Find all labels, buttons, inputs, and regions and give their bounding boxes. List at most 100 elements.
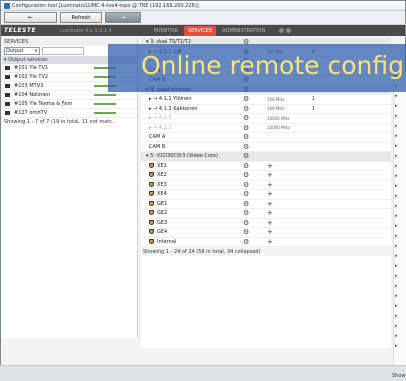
tree-row[interactable]: CAM A ⚙ xyxy=(141,133,391,143)
tab-monitor[interactable]: MONITOR xyxy=(150,26,182,36)
gear-icon[interactable]: ⚙ xyxy=(243,114,267,122)
filter-input[interactable] xyxy=(42,47,84,55)
tree-group-row[interactable]: ▾ 5: V1D30C0r3 (Video Core) ⚙ xyxy=(141,152,391,162)
add-icon[interactable]: + xyxy=(267,219,307,227)
add-icon[interactable]: + xyxy=(267,171,307,179)
tree-row[interactable]: XE3 ⚙ + xyxy=(141,181,391,190)
gear-icon[interactable]: ⚙ xyxy=(243,228,267,236)
gear-icon[interactable]: ⚙ xyxy=(243,181,267,189)
back-button[interactable]: ← xyxy=(4,12,57,23)
settings-icon[interactable] xyxy=(279,28,285,33)
expand-arrow-icon[interactable]: ▸ xyxy=(394,323,406,333)
tree-row[interactable]: XE1 ⚙ + xyxy=(141,162,391,171)
gear-icon[interactable]: ⚙ xyxy=(243,152,267,160)
tree-row[interactable]: GE4 ⚙ + xyxy=(141,228,391,238)
gear-icon[interactable]: ⚙ xyxy=(243,238,267,246)
tree-row[interactable]: GE3 ⚙ + xyxy=(141,219,391,228)
expand-arrow-icon[interactable]: ▸ xyxy=(394,333,406,343)
add-icon[interactable]: + xyxy=(267,209,307,217)
expand-arrow-icon[interactable]: ▸ xyxy=(394,283,406,293)
tree-row-label: 5: V1D30C0r3 (Video Core) xyxy=(150,153,218,160)
expand-arrow-icon[interactable]: ▸ xyxy=(394,293,406,303)
expand-arrow-icon[interactable]: ▸ xyxy=(394,153,406,163)
status-bar xyxy=(94,103,116,105)
window-title: Configuration tool [Luminato/LUMC-4-tve4… xyxy=(12,2,199,9)
expand-arrow-icon[interactable]: ▸ xyxy=(394,103,406,113)
expand-arrow-icon[interactable]: ▸ xyxy=(394,253,406,263)
output-select[interactable]: Output ∨ xyxy=(4,47,40,55)
add-icon[interactable]: + xyxy=(267,228,307,236)
top-icons xyxy=(279,28,292,33)
expand-arrow-icon[interactable]: ▸ xyxy=(394,223,406,233)
service-row[interactable]: #105 Yle Teema & Fem xyxy=(2,100,137,109)
add-icon[interactable]: + xyxy=(267,200,307,208)
gear-icon[interactable]: ⚙ xyxy=(243,190,267,198)
tree-row[interactable]: Internal ⚙ + xyxy=(141,238,391,247)
expand-arrow-icon[interactable]: ▸ xyxy=(394,243,406,253)
expand-arrow-icon[interactable]: ▸ xyxy=(394,263,406,273)
expand-arrow-icon[interactable]: ▸ xyxy=(394,173,406,183)
app-icon xyxy=(4,2,10,9)
add-icon[interactable]: + xyxy=(267,181,307,189)
gear-icon[interactable]: ⚙ xyxy=(243,162,267,170)
expand-arrow-icon[interactable]: ▸ xyxy=(394,233,406,243)
tree-row[interactable]: XE2 ⚙ + xyxy=(141,171,391,181)
count-value: 1 xyxy=(311,105,315,112)
service-row[interactable]: #104 Nelonen xyxy=(2,91,137,100)
tab-services[interactable]: SERVICES xyxy=(183,25,217,36)
count-value: 1 xyxy=(311,96,315,103)
tree-row[interactable]: GE2 ⚙ + xyxy=(141,209,391,219)
chevron-down-icon: ∨ xyxy=(34,48,38,54)
tree-row[interactable]: XE4 ⚙ + xyxy=(141,190,391,200)
expand-arrow-icon[interactable]: ▸ xyxy=(394,133,406,143)
tv-icon xyxy=(5,102,10,106)
add-icon[interactable]: + xyxy=(267,238,307,246)
tree-row-label: XE3 xyxy=(157,181,167,188)
shield-icon xyxy=(149,172,154,178)
forward-button[interactable]: → xyxy=(105,12,141,23)
expand-arrow-icon[interactable]: ▸ xyxy=(394,113,406,123)
expand-arrow-icon[interactable]: ▸ xyxy=(394,93,406,103)
gear-icon[interactable]: ⚙ xyxy=(243,105,267,113)
expand-arrow-icon[interactable]: ▸ xyxy=(394,183,406,193)
expand-arrow-icon[interactable]: ▸ xyxy=(394,163,406,173)
gear-icon[interactable]: ⚙ xyxy=(243,200,267,208)
gear-icon[interactable]: ⚙ xyxy=(243,209,267,217)
gear-icon[interactable]: ⚙ xyxy=(243,124,267,132)
show-label: Show xyxy=(392,373,406,379)
tree-row[interactable]: ▸ → 4.2.2 ⚙ 10000 MHz xyxy=(141,124,391,133)
tree-row[interactable]: ▸ → 4.1.2 Kakkonen ⚙ 308 MHz 1 xyxy=(141,105,391,114)
expand-arrow-icon[interactable]: ▸ xyxy=(394,273,406,283)
tree-row[interactable]: ▸ → 4.1.1 Ylöinen ⚙ 306 MHz 1 xyxy=(141,95,391,105)
gear-icon[interactable]: ⚙ xyxy=(243,143,267,151)
expand-arrow-icon[interactable]: ▸ xyxy=(394,143,406,153)
add-icon[interactable]: + xyxy=(267,190,307,198)
gear-icon[interactable]: ⚙ xyxy=(243,219,267,227)
expand-arrow-icon[interactable]: ▸ xyxy=(394,343,406,353)
gear-icon[interactable]: ⚙ xyxy=(243,133,267,141)
expand-arrow-icon[interactable]: ▸ xyxy=(394,203,406,213)
gear-icon[interactable]: ⚙ xyxy=(243,95,267,103)
expand-arrow-icon[interactable]: ▸ xyxy=(394,193,406,203)
expand-arrow-icon[interactable]: ▸ xyxy=(394,213,406,223)
service-row[interactable]: #127 ornhTV xyxy=(2,109,137,118)
add-icon[interactable]: + xyxy=(267,162,307,170)
tree-row[interactable]: ▸ → 4.2.1 ⚙ 10000 MHz xyxy=(141,114,391,124)
tree-row-label: 4.1.1 Ylöinen xyxy=(158,96,192,103)
expand-arrow-icon[interactable]: ▸ xyxy=(394,303,406,313)
frequency-value: 308 MHz xyxy=(267,106,285,112)
gear-icon[interactable]: ⚙ xyxy=(243,171,267,179)
refresh-button[interactable]: Refresh xyxy=(60,12,102,23)
expand-arrow-icon[interactable]: ▸ xyxy=(394,313,406,323)
frequency-value: 10000 MHz xyxy=(267,115,290,121)
tree-row-label: GE4 xyxy=(157,229,168,236)
tv-icon xyxy=(5,75,10,79)
output-select-value: Output xyxy=(6,48,24,54)
tree-row[interactable]: GE1 ⚙ + xyxy=(141,200,391,209)
tree-row[interactable]: CAM B ⚙ xyxy=(141,143,391,152)
help-icon[interactable] xyxy=(286,28,292,33)
tv-icon xyxy=(5,66,10,70)
expand-arrow-icon[interactable]: ▸ xyxy=(394,123,406,133)
shield-icon xyxy=(149,210,154,216)
tab-administration[interactable]: ADMINISTRATION xyxy=(218,26,269,36)
